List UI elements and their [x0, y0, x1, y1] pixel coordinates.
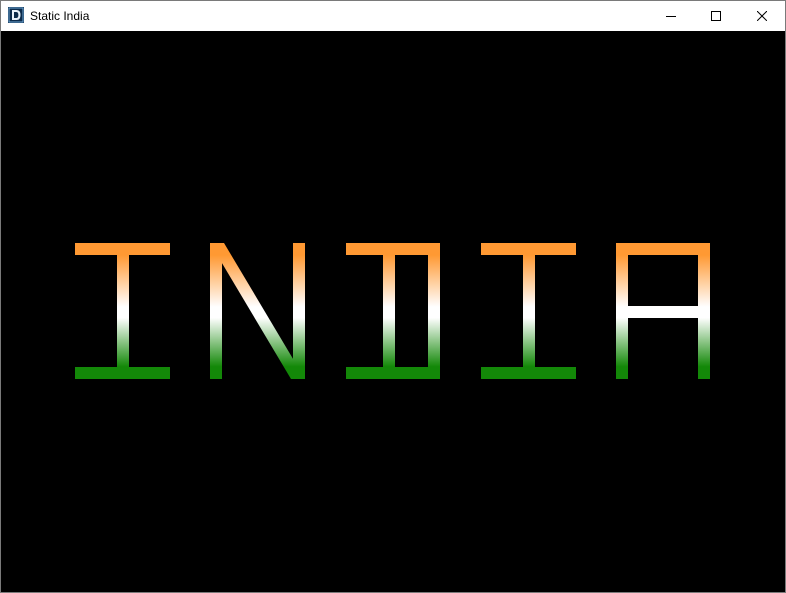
letter-N-2	[210, 243, 305, 379]
letter-A-5	[616, 243, 710, 379]
letter-I-stroke	[117, 255, 129, 367]
app-d-logo-icon[interactable]	[8, 7, 24, 23]
close-button[interactable]	[739, 1, 785, 31]
maximize-icon	[711, 11, 721, 21]
letter-A-stroke	[698, 255, 710, 379]
letter-D-stroke	[428, 255, 440, 367]
maximize-button[interactable]	[693, 1, 739, 31]
letter-A-stroke	[616, 255, 628, 379]
letter-N-diagonal	[210, 243, 305, 379]
india-word	[75, 243, 710, 379]
close-icon	[757, 11, 767, 21]
letter-D-stroke	[383, 255, 395, 367]
letter-I-stroke	[481, 243, 576, 255]
letter-A-stroke	[616, 243, 710, 255]
letter-I-1	[75, 243, 170, 379]
letter-I-4	[481, 243, 576, 379]
letter-D-stroke	[346, 367, 440, 379]
india-drawing	[75, 243, 710, 379]
render-canvas	[1, 31, 785, 592]
window-title: Static India	[30, 9, 90, 23]
minimize-icon	[666, 11, 676, 21]
letter-I-stroke	[75, 367, 170, 379]
letter-I-stroke	[75, 243, 170, 255]
letter-N-stroke	[210, 243, 222, 379]
app-window: Static India	[0, 0, 786, 593]
letter-I-stroke	[481, 367, 576, 379]
title-bar[interactable]: Static India	[1, 1, 785, 31]
letter-D-stroke	[346, 243, 440, 255]
letter-A-stroke	[628, 306, 698, 318]
minimize-button[interactable]	[648, 1, 694, 31]
letter-I-stroke	[523, 255, 535, 367]
letter-N-stroke	[293, 243, 305, 379]
letter-D-3	[346, 243, 440, 379]
